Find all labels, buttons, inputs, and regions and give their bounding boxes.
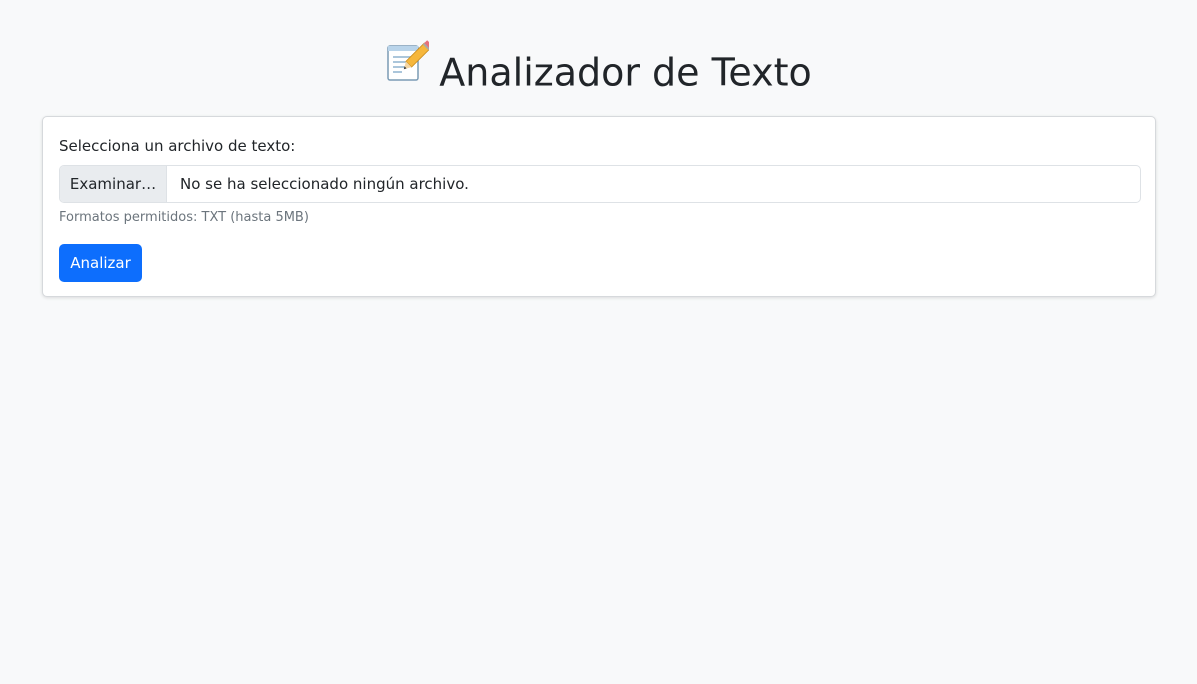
memo-pencil-icon bbox=[385, 40, 434, 99]
title-text: Analizador de Texto bbox=[439, 50, 812, 95]
upload-card: Selecciona un archivo de texto: Examinar… bbox=[42, 116, 1156, 297]
analyze-button[interactable]: Analizar bbox=[59, 244, 142, 282]
file-input[interactable]: Examinar… No se ha seleccionado ningún a… bbox=[59, 165, 1141, 203]
file-field-label: Selecciona un archivo de texto: bbox=[59, 137, 296, 155]
browse-button[interactable]: Examinar… bbox=[60, 166, 167, 202]
help-text: Formatos permitidos: TXT (hasta 5MB) bbox=[59, 210, 309, 225]
page-title: Analizador de Texto bbox=[0, 40, 1197, 102]
file-status-text: No se ha seleccionado ningún archivo. bbox=[180, 175, 469, 193]
